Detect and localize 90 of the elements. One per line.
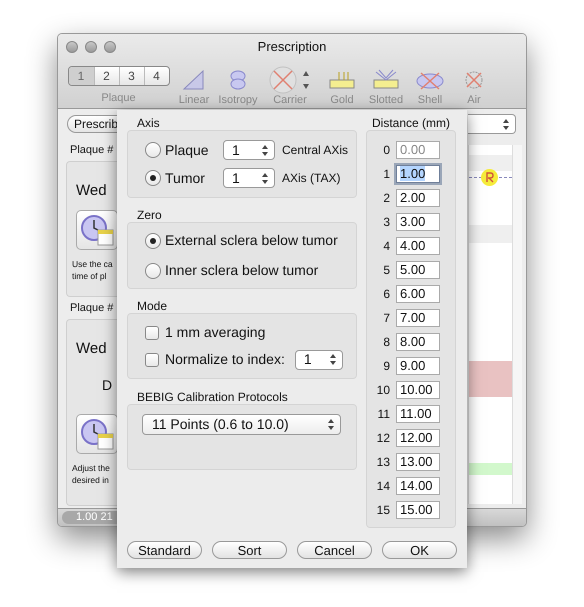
- row-index: 1: [382, 166, 391, 183]
- row-index: 10: [376, 382, 391, 399]
- checkbox[interactable]: [145, 352, 159, 366]
- distance-field[interactable]: 12.00: [396, 429, 440, 447]
- row-index: 7: [382, 310, 391, 327]
- radio-button[interactable]: [145, 262, 161, 278]
- distance-field[interactable]: 10.00: [396, 381, 440, 399]
- badge-icon: [481, 168, 498, 186]
- section-title: Axis: [136, 115, 161, 130]
- checkbox-label: Normalize to index:: [165, 350, 285, 369]
- row-index: 8: [382, 334, 391, 351]
- stepper-field[interactable]: 1: [294, 350, 343, 370]
- distance-field[interactable]: 9.00: [396, 357, 440, 375]
- stepper-field[interactable]: 1: [223, 140, 275, 160]
- plaque-segment[interactable]: 4: [144, 67, 168, 85]
- window-control-button[interactable]: [104, 41, 116, 53]
- row-index: 12: [376, 430, 391, 447]
- list-row: [469, 155, 512, 171]
- plaque-segment[interactable]: 2: [94, 67, 118, 85]
- alert-row: [469, 361, 512, 397]
- group-title: Plaque #: [69, 143, 114, 158]
- axis-description: Central AXis: [282, 142, 348, 159]
- radio-label: Tumor: [165, 168, 205, 188]
- distance-field[interactable]: 14.00: [396, 477, 440, 495]
- stepper-field[interactable]: 1: [223, 168, 275, 188]
- section-title: Mode: [136, 298, 168, 313]
- window-control-button[interactable]: [85, 41, 97, 53]
- crossed-circle-icon: [268, 65, 312, 95]
- distance-field[interactable]: 2.00: [396, 189, 440, 207]
- section-title: BEBIG Calibration Protocols: [136, 389, 289, 404]
- row-index: 6: [382, 286, 391, 303]
- checkbox-label: 1 mm averaging: [165, 323, 266, 342]
- distance-field[interactable]: 13.00: [396, 453, 440, 471]
- distance-field[interactable]: 15.00: [396, 501, 440, 519]
- axis-description: AXis (TAX): [282, 170, 340, 187]
- row-index: 5: [382, 262, 391, 279]
- row-index: 0: [382, 142, 391, 159]
- dialog-button[interactable]: Cancel: [297, 541, 372, 559]
- row-index: 3: [382, 214, 391, 231]
- help-text: Use the ca time of pl: [72, 258, 114, 282]
- distance-field[interactable]: 11.00: [396, 405, 440, 423]
- radio-button[interactable]: [145, 170, 161, 186]
- stepper-arrows-icon: [330, 354, 336, 365]
- row-index: 13: [376, 454, 391, 471]
- weekday-label: Wed: [76, 340, 108, 358]
- stepper-arrows-icon: [328, 419, 334, 430]
- list-row: [469, 225, 512, 243]
- stepper-arrows-icon: [262, 144, 268, 156]
- section-title: Distance (mm): [370, 115, 451, 130]
- row-index: 14: [376, 478, 391, 495]
- calendar-clock-icon[interactable]: [76, 414, 118, 454]
- duration-label: D: [102, 376, 114, 394]
- weekday-label: Wed: [76, 182, 108, 200]
- group-title: Plaque #: [69, 301, 114, 316]
- distance-field[interactable]: 1.00: [396, 165, 440, 183]
- distance-field[interactable]: 6.00: [396, 285, 440, 303]
- dialog-button[interactable]: OK: [382, 541, 457, 559]
- row-index: 15: [376, 502, 391, 519]
- stepper-arrows-icon: [262, 172, 268, 184]
- calendar-clock-icon[interactable]: [76, 210, 118, 250]
- row-index: 9: [382, 358, 391, 375]
- distance-field[interactable]: 3.00: [396, 213, 440, 231]
- row-index: 4: [382, 238, 391, 255]
- radio-button[interactable]: [145, 232, 161, 248]
- toolbar-label: Plaque: [101, 91, 136, 106]
- radio-label: Inner sclera below tumor: [165, 261, 318, 280]
- distance-field[interactable]: 7.00: [396, 309, 440, 327]
- stepper-arrows-icon: [503, 118, 509, 130]
- popup-button[interactable]: [468, 114, 516, 134]
- radio-button[interactable]: [145, 142, 161, 158]
- status-pill: 1.00 21: [62, 511, 118, 524]
- row-index: 2: [382, 190, 391, 207]
- window-control-button[interactable]: [66, 41, 78, 53]
- dialog-button[interactable]: Standard: [127, 541, 202, 559]
- help-text: Adjust the desired in: [72, 462, 111, 486]
- plaque-segment[interactable]: 3: [118, 67, 144, 85]
- success-row: [469, 463, 512, 475]
- distance-field[interactable]: 8.00: [396, 333, 440, 351]
- distance-field[interactable]: 5.00: [396, 261, 440, 279]
- section-title: Zero: [136, 207, 163, 222]
- checkbox[interactable]: [145, 326, 159, 340]
- row-index: 11: [376, 406, 391, 423]
- dialog-button[interactable]: Sort: [212, 541, 287, 559]
- scrollbar[interactable]: [512, 145, 522, 504]
- distance-field[interactable]: 4.00: [396, 237, 440, 255]
- plaque-segment[interactable]: 1: [68, 67, 94, 85]
- calibration-popup[interactable]: 11 Points (0.6 to 10.0): [142, 414, 341, 435]
- radio-label: External sclera below tumor: [165, 231, 338, 250]
- radio-label: Plaque: [165, 140, 209, 160]
- window-title: Prescription: [256, 38, 328, 56]
